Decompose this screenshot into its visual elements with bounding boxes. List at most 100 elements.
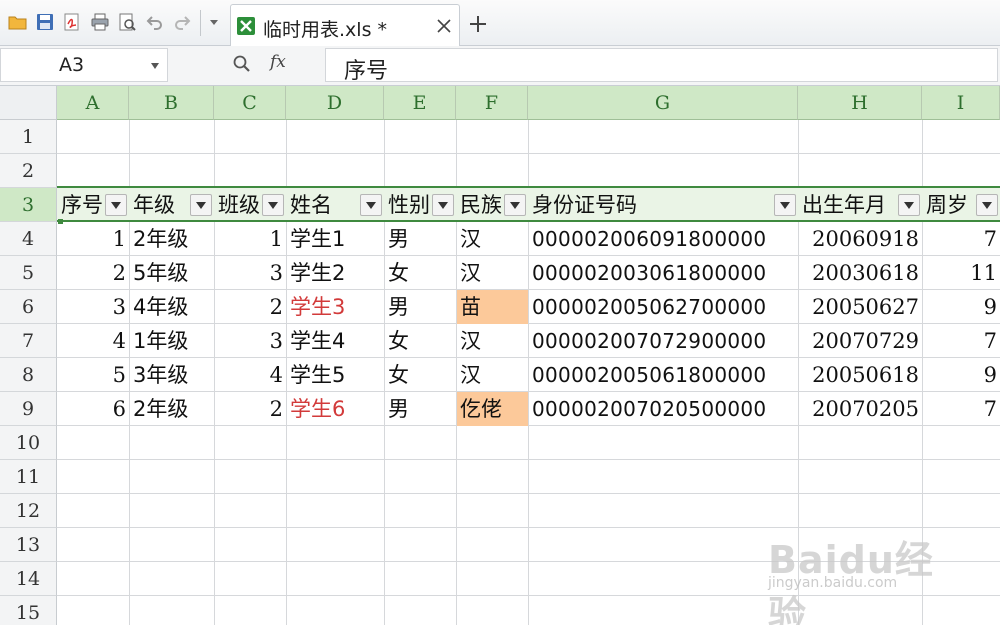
data-cell-c9[interactable]: 2 xyxy=(215,392,286,426)
filter-dropdown-icon[interactable] xyxy=(105,194,127,216)
data-cell-d8[interactable]: 学生5 xyxy=(287,358,384,392)
row-header-11[interactable]: 11 xyxy=(0,460,57,494)
column-header-h[interactable]: H xyxy=(798,86,922,120)
row-header-5[interactable]: 5 xyxy=(0,256,57,290)
data-cell-h8[interactable]: 20050618 xyxy=(799,358,922,392)
column-header-c[interactable]: C xyxy=(214,86,286,120)
chevron-down-icon[interactable] xyxy=(151,63,159,69)
new-tab-icon[interactable] xyxy=(468,14,488,34)
data-cell-a5[interactable]: 2 xyxy=(58,256,129,290)
data-cell-i5[interactable]: 11 xyxy=(923,256,1000,290)
data-cell-c5[interactable]: 3 xyxy=(215,256,286,290)
file-tab[interactable]: 临时用表.xls * xyxy=(230,4,460,46)
row-header-10[interactable]: 10 xyxy=(0,426,57,460)
data-cell-b6[interactable]: 4年级 xyxy=(130,290,214,324)
data-cell-a9[interactable]: 6 xyxy=(58,392,129,426)
row-header-12[interactable]: 12 xyxy=(0,494,57,528)
data-cell-a8[interactable]: 5 xyxy=(58,358,129,392)
data-cell-i9[interactable]: 7 xyxy=(923,392,1000,426)
data-cell-a4[interactable]: 1 xyxy=(58,222,129,256)
data-cell-g9[interactable]: 000002007020500000 xyxy=(529,392,798,426)
row-header-4[interactable]: 4 xyxy=(0,222,57,256)
column-header-f[interactable]: F xyxy=(456,86,528,120)
data-cell-e7[interactable]: 女 xyxy=(385,324,456,358)
data-cell-h5[interactable]: 20030618 xyxy=(799,256,922,290)
data-cell-i6[interactable]: 9 xyxy=(923,290,1000,324)
column-header-b[interactable]: B xyxy=(129,86,214,120)
row-header-7[interactable]: 7 xyxy=(0,324,57,358)
data-cell-d9[interactable]: 学生6 xyxy=(287,392,384,426)
row-header-2[interactable]: 2 xyxy=(0,154,57,188)
data-cell-g4[interactable]: 000002006091800000 xyxy=(529,222,798,256)
close-tab-icon[interactable] xyxy=(436,18,452,34)
open-folder-icon[interactable] xyxy=(8,12,28,32)
data-cell-e5[interactable]: 女 xyxy=(385,256,456,290)
data-cell-h4[interactable]: 20060918 xyxy=(799,222,922,256)
data-cell-i4[interactable]: 7 xyxy=(923,222,1000,256)
formula-input[interactable]: 序号 xyxy=(325,48,998,84)
row-header-13[interactable]: 13 xyxy=(0,528,57,562)
filter-dropdown-icon[interactable] xyxy=(774,194,796,216)
data-cell-e4[interactable]: 男 xyxy=(385,222,456,256)
header-cell-g[interactable]: 身份证号码 xyxy=(529,188,798,222)
data-cell-g5[interactable]: 000002003061800000 xyxy=(529,256,798,290)
filter-dropdown-icon[interactable] xyxy=(976,194,998,216)
filter-dropdown-icon[interactable] xyxy=(262,194,284,216)
filter-dropdown-icon[interactable] xyxy=(360,194,382,216)
column-header-g[interactable]: G xyxy=(528,86,798,120)
data-cell-b9[interactable]: 2年级 xyxy=(130,392,214,426)
filter-dropdown-icon[interactable] xyxy=(190,194,212,216)
redo-icon[interactable] xyxy=(172,12,192,32)
data-cell-d6[interactable]: 学生3 xyxy=(287,290,384,324)
data-cell-e6[interactable]: 男 xyxy=(385,290,456,324)
data-cell-b7[interactable]: 1年级 xyxy=(130,324,214,358)
column-header-d[interactable]: D xyxy=(286,86,384,120)
row-header-14[interactable]: 14 xyxy=(0,562,57,596)
data-cell-h9[interactable]: 20070205 xyxy=(799,392,922,426)
data-cell-b5[interactable]: 5年级 xyxy=(130,256,214,290)
row-header-3[interactable]: 3 xyxy=(0,188,57,222)
export-pdf-icon[interactable] xyxy=(62,12,82,32)
print-preview-icon[interactable] xyxy=(117,12,137,32)
data-cell-e9[interactable]: 男 xyxy=(385,392,456,426)
column-header-e[interactable]: E xyxy=(384,86,456,120)
search-function-icon[interactable] xyxy=(232,54,252,74)
data-cell-d5[interactable]: 学生2 xyxy=(287,256,384,290)
data-cell-a7[interactable]: 4 xyxy=(58,324,129,358)
filter-dropdown-icon[interactable] xyxy=(504,194,526,216)
row-header-1[interactable]: 1 xyxy=(0,120,57,154)
data-cell-i7[interactable]: 7 xyxy=(923,324,1000,358)
data-cell-g7[interactable]: 000002007072900000 xyxy=(529,324,798,358)
data-cell-c8[interactable]: 4 xyxy=(215,358,286,392)
data-cell-f6[interactable]: 苗 xyxy=(457,290,528,324)
row-header-6[interactable]: 6 xyxy=(0,290,57,324)
filter-dropdown-icon[interactable] xyxy=(432,194,454,216)
undo-icon[interactable] xyxy=(145,12,165,32)
data-cell-f4[interactable]: 汉 xyxy=(457,222,528,256)
data-cell-i8[interactable]: 9 xyxy=(923,358,1000,392)
data-cell-e8[interactable]: 女 xyxy=(385,358,456,392)
data-cell-b8[interactable]: 3年级 xyxy=(130,358,214,392)
data-cell-b4[interactable]: 2年级 xyxy=(130,222,214,256)
data-cell-h7[interactable]: 20070729 xyxy=(799,324,922,358)
data-cell-d7[interactable]: 学生4 xyxy=(287,324,384,358)
data-cell-f5[interactable]: 汉 xyxy=(457,256,528,290)
data-cell-c7[interactable]: 3 xyxy=(215,324,286,358)
data-cell-f8[interactable]: 汉 xyxy=(457,358,528,392)
column-header-a[interactable]: A xyxy=(57,86,129,120)
data-cell-d4[interactable]: 学生1 xyxy=(287,222,384,256)
data-cell-g8[interactable]: 000002005061800000 xyxy=(529,358,798,392)
print-icon[interactable] xyxy=(90,12,110,32)
insert-function-button[interactable]: fx xyxy=(270,52,286,72)
data-cell-f9[interactable]: 仡佬 xyxy=(457,392,528,426)
data-cell-c4[interactable]: 1 xyxy=(215,222,286,256)
column-header-i[interactable]: I xyxy=(922,86,1000,120)
filter-dropdown-icon[interactable] xyxy=(898,194,920,216)
row-header-15[interactable]: 15 xyxy=(0,596,57,625)
data-cell-a6[interactable]: 3 xyxy=(58,290,129,324)
name-box[interactable]: A3 xyxy=(0,48,168,82)
data-cell-g6[interactable]: 000002005062700000 xyxy=(529,290,798,324)
save-icon[interactable] xyxy=(35,12,55,32)
row-header-8[interactable]: 8 xyxy=(0,358,57,392)
data-cell-c6[interactable]: 2 xyxy=(215,290,286,324)
